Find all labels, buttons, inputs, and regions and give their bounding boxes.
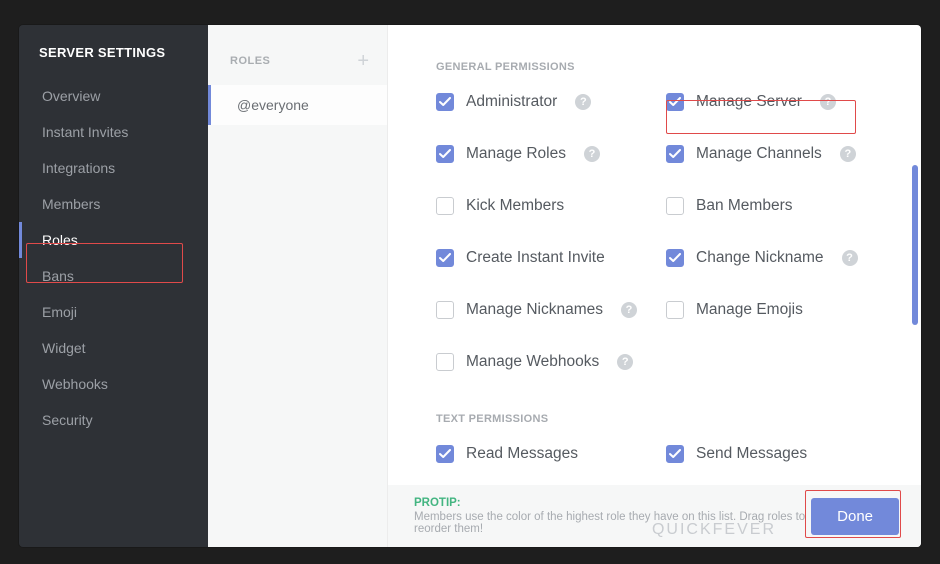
permission-label: Change Nickname <box>696 249 824 267</box>
permission-manage-webhooks: Manage Webhooks? <box>436 353 656 371</box>
sidebar-item-roles[interactable]: Roles <box>19 222 208 258</box>
permissions-panel: GENERAL PERMISSIONSAdministrator?Manage … <box>388 25 921 547</box>
permission-manage-nicknames: Manage Nicknames? <box>436 301 656 319</box>
role-item[interactable]: @everyone <box>208 85 387 125</box>
permission-label: Manage Nicknames <box>466 301 603 319</box>
permission-checkbox[interactable] <box>436 353 454 371</box>
permission-label: Send Messages <box>696 445 807 463</box>
permission-checkbox[interactable] <box>436 301 454 319</box>
permission-checkbox[interactable] <box>436 145 454 163</box>
sidebar-item-security[interactable]: Security <box>19 402 208 438</box>
permission-checkbox[interactable] <box>436 445 454 463</box>
permissions-section-title: TEXT PERMISSIONS <box>436 413 887 425</box>
help-icon[interactable]: ? <box>842 250 858 266</box>
help-icon[interactable]: ? <box>820 94 836 110</box>
help-icon[interactable]: ? <box>617 354 633 370</box>
permission-manage-channels: Manage Channels? <box>666 145 886 163</box>
sidebar-title: SERVER SETTINGS <box>19 45 208 78</box>
permission-create-instant-invite: Create Instant Invite <box>436 249 656 267</box>
permission-checkbox[interactable] <box>666 301 684 319</box>
sidebar-item-instant-invites[interactable]: Instant Invites <box>19 114 208 150</box>
permission-label: Manage Webhooks <box>466 353 599 371</box>
permission-checkbox[interactable] <box>436 197 454 215</box>
permission-ban-members: Ban Members <box>666 197 886 215</box>
permission-checkbox[interactable] <box>666 93 684 111</box>
help-icon[interactable]: ? <box>621 302 637 318</box>
add-role-icon[interactable]: + <box>357 51 369 71</box>
permission-manage-server: Manage Server? <box>666 93 886 111</box>
server-settings-sidebar: SERVER SETTINGS OverviewInstant InvitesI… <box>19 25 208 547</box>
sidebar-item-widget[interactable]: Widget <box>19 330 208 366</box>
permission-checkbox[interactable] <box>436 93 454 111</box>
protip-label: PROTIP: <box>414 497 811 509</box>
roles-column: ROLES + @everyone <box>208 25 388 547</box>
permission-kick-members: Kick Members <box>436 197 656 215</box>
permission-checkbox[interactable] <box>666 145 684 163</box>
help-icon[interactable]: ? <box>584 146 600 162</box>
permission-checkbox[interactable] <box>436 249 454 267</box>
permission-read-messages: Read Messages <box>436 445 656 463</box>
sidebar-item-overview[interactable]: Overview <box>19 78 208 114</box>
permissions-section-title: GENERAL PERMISSIONS <box>436 61 887 73</box>
permission-manage-emojis: Manage Emojis <box>666 301 886 319</box>
sidebar-item-members[interactable]: Members <box>19 186 208 222</box>
roles-header-label: ROLES <box>230 55 270 67</box>
permission-label: Ban Members <box>696 197 792 215</box>
permission-label: Manage Channels <box>696 145 822 163</box>
sidebar-item-integrations[interactable]: Integrations <box>19 150 208 186</box>
permission-manage-roles: Manage Roles? <box>436 145 656 163</box>
permission-administrator: Administrator? <box>436 93 656 111</box>
permission-change-nickname: Change Nickname? <box>666 249 886 267</box>
permission-checkbox[interactable] <box>666 249 684 267</box>
permission-label: Manage Server <box>696 93 802 111</box>
permission-label: Administrator <box>466 93 557 111</box>
done-button[interactable]: Done <box>811 498 899 535</box>
permission-send-messages: Send Messages <box>666 445 886 463</box>
scrollbar-thumb[interactable] <box>912 165 918 325</box>
permission-label: Create Instant Invite <box>466 249 605 267</box>
permission-checkbox[interactable] <box>666 197 684 215</box>
sidebar-item-bans[interactable]: Bans <box>19 258 208 294</box>
permission-label: Kick Members <box>466 197 564 215</box>
permission-label: Manage Emojis <box>696 301 803 319</box>
permission-label: Read Messages <box>466 445 578 463</box>
permission-label: Manage Roles <box>466 145 566 163</box>
watermark: QUICKFEVER <box>652 521 776 539</box>
help-icon[interactable]: ? <box>575 94 591 110</box>
help-icon[interactable]: ? <box>840 146 856 162</box>
permission-checkbox[interactable] <box>666 445 684 463</box>
sidebar-item-webhooks[interactable]: Webhooks <box>19 366 208 402</box>
sidebar-item-emoji[interactable]: Emoji <box>19 294 208 330</box>
